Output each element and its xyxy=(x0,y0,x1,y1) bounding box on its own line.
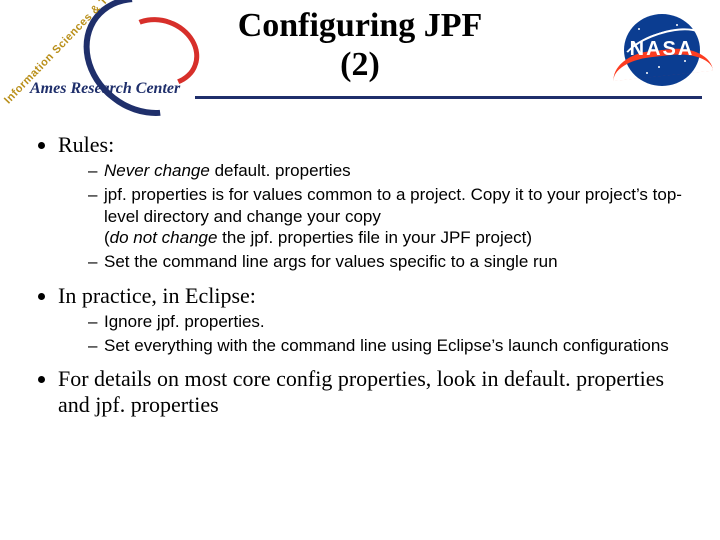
rule-jpf-properties: jpf. properties is for values common to … xyxy=(88,184,690,249)
rule-paren-italic: do not change xyxy=(110,228,218,247)
slide-title: Configuring JPF (2) xyxy=(0,6,720,84)
rule-never-change-rest: default. properties xyxy=(210,161,351,180)
nasa-wordmark: NASA xyxy=(618,38,706,61)
header-rule xyxy=(195,96,702,99)
rule-cmdline: Set the command line args for values spe… xyxy=(88,251,690,273)
practice-cmdline: Set everything with the command line usi… xyxy=(88,335,690,357)
bullet-practice-label: In practice, in Eclipse: xyxy=(58,283,256,308)
practice-sublist: Ignore jpf. properties. Set everything w… xyxy=(58,311,690,357)
practice-ignore: Ignore jpf. properties. xyxy=(88,311,690,333)
rule-jpf-properties-text: jpf. properties is for values common to … xyxy=(104,185,682,226)
rule-paren-rest: the jpf. properties file in your JPF pro… xyxy=(217,228,532,247)
rule-never-change-italic: Never change xyxy=(104,161,210,180)
bullet-details: For details on most core config properti… xyxy=(58,366,690,418)
bullet-rules-label: Rules: xyxy=(58,132,114,157)
slide-content: Rules: Never change default. properties … xyxy=(30,132,690,420)
bullet-rules: Rules: Never change default. properties … xyxy=(58,132,690,273)
bullet-practice: In practice, in Eclipse: Ignore jpf. pro… xyxy=(58,283,690,357)
rule-never-change: Never change default. properties xyxy=(88,160,690,182)
nasa-logo: NASA xyxy=(618,14,706,86)
title-line-2: (2) xyxy=(340,46,380,83)
title-line-1: Configuring JPF xyxy=(238,7,483,44)
bullet-list: Rules: Never change default. properties … xyxy=(30,132,690,418)
slide-header: Ames Research Center Information Science… xyxy=(0,0,720,105)
slide: Ames Research Center Information Science… xyxy=(0,0,720,540)
rules-sublist: Never change default. properties jpf. pr… xyxy=(58,160,690,273)
